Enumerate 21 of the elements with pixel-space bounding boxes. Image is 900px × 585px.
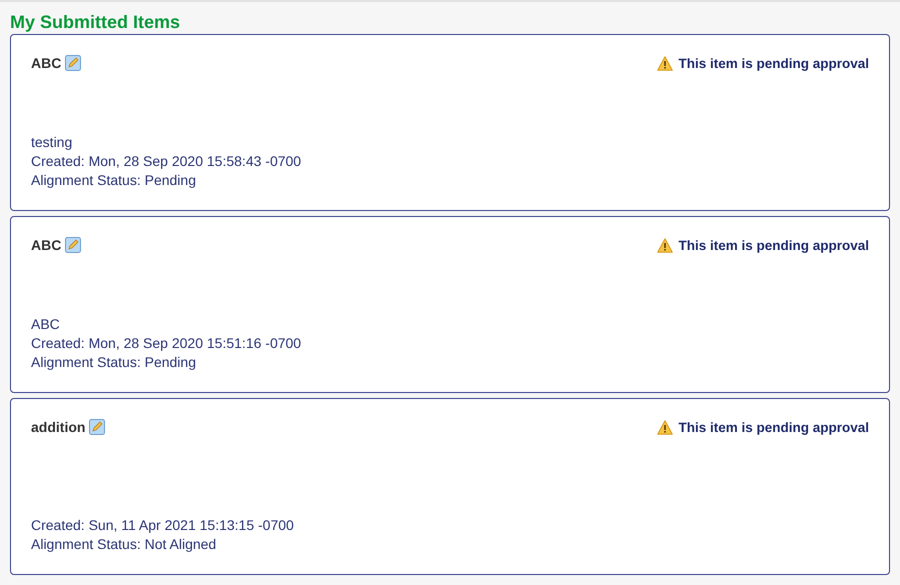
- item-description: ABC: [31, 315, 61, 334]
- warning-icon: [657, 420, 674, 434]
- status-text: This item is pending approval: [678, 56, 869, 70]
- edit-icon[interactable]: [65, 55, 82, 71]
- item-description: testing: [31, 133, 74, 152]
- alignment-status: Alignment Status: Pending: [31, 171, 197, 190]
- created-date: Created: Mon, 28 Sep 2020 15:58:43 -0700: [31, 152, 302, 171]
- created-date: Created: Mon, 28 Sep 2020 15:51:16 -0700: [31, 334, 302, 353]
- created-date: Created: Sun, 11 Apr 2021 15:13:15 -0700: [31, 516, 295, 535]
- item-title: addition: [31, 419, 86, 435]
- warning-icon: [657, 56, 674, 70]
- status-text: This item is pending approval: [678, 238, 869, 252]
- alignment-status: Alignment Status: Not Aligned: [31, 535, 218, 554]
- status-text: This item is pending approval: [678, 420, 869, 434]
- warning-icon: [657, 238, 674, 252]
- edit-icon[interactable]: [65, 237, 82, 253]
- alignment-status: Alignment Status: Pending: [31, 353, 197, 372]
- edit-icon[interactable]: [89, 419, 106, 435]
- item-title: ABC: [31, 237, 62, 253]
- page-title: My Submitted Items: [9, 11, 182, 34]
- item-title: ABC: [31, 55, 62, 71]
